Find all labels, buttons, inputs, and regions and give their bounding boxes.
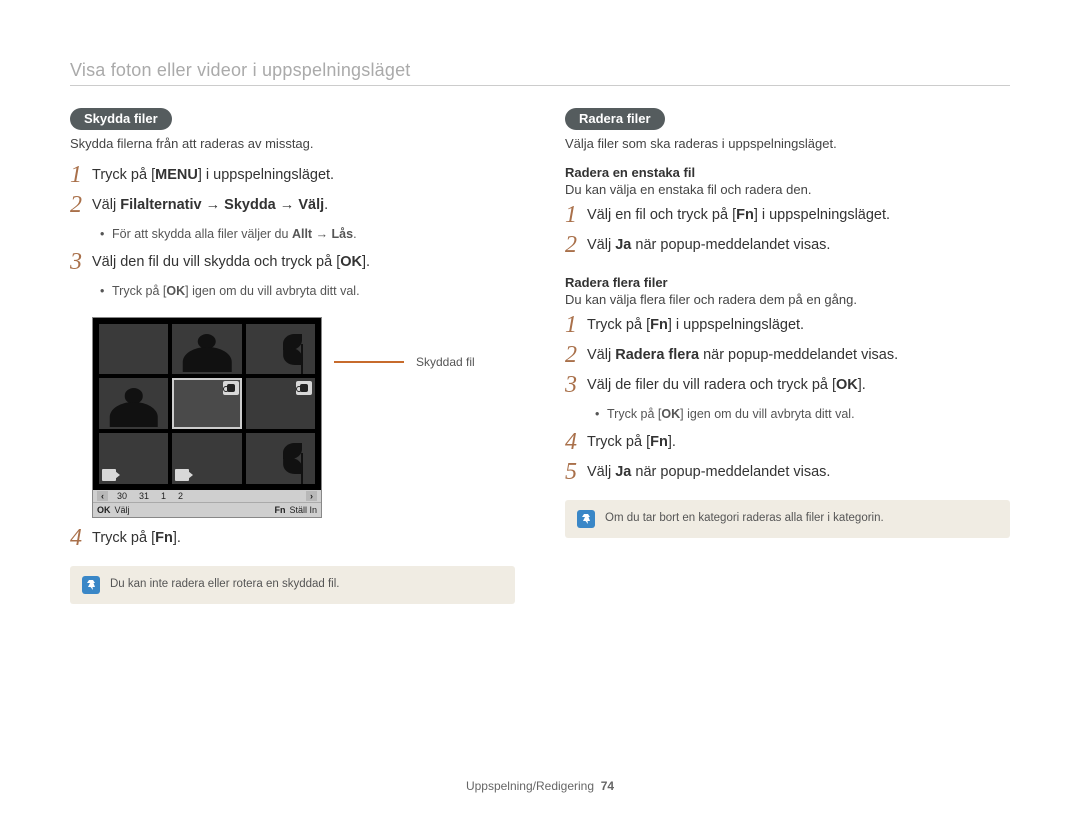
ok-glyph: OK — [340, 254, 362, 270]
delete-intro: Välja filer som ska raderas i uppspelnin… — [565, 136, 1010, 151]
lock-icon — [223, 381, 239, 395]
protect-steps: 1 Tryck på [MENU] i uppspelningsläget. 2… — [70, 165, 515, 217]
date-bar: ‹ 30 31 1 2 › — [93, 490, 321, 502]
thumb — [99, 433, 168, 484]
step-number: 2 — [565, 343, 587, 367]
step-number: 4 — [70, 526, 92, 550]
thumb — [99, 324, 168, 375]
step-text: Välj Radera flera när popup-meddelandet … — [587, 345, 898, 367]
step-number: 2 — [70, 193, 92, 217]
nav-left-icon: ‹ — [97, 491, 108, 501]
step: 2 Välj Radera flera när popup-meddelande… — [565, 345, 1010, 367]
bullet: För att skydda alla filer väljer du Allt… — [100, 225, 515, 244]
note-text: Om du tar bort en kategori raderas alla … — [605, 510, 884, 526]
video-icon — [102, 469, 116, 481]
step-number: 4 — [565, 430, 587, 454]
manual-page: Visa foton eller videor i uppspelningslä… — [0, 0, 1080, 815]
protect-steps-cont: 3 Välj den fil du vill skydda och tryck … — [70, 252, 515, 274]
thumb — [246, 378, 315, 429]
step-number: 3 — [70, 250, 92, 274]
thumb-selected — [172, 378, 241, 429]
callout-label: Skyddad fil — [416, 355, 475, 369]
callout-line — [334, 361, 404, 363]
protect-steps-end: 4 Tryck på [Fn]. — [70, 528, 515, 550]
page-title: Visa foton eller videor i uppspelningslä… — [70, 60, 1010, 81]
ok-glyph: OK — [661, 407, 680, 421]
step-text: Välj de filer du vill radera och tryck p… — [587, 375, 866, 397]
sub-bullets: Tryck på [OK] igen om du vill avbryta di… — [595, 405, 1010, 424]
fn-glyph: Fn — [736, 207, 754, 223]
step-text: Välj en fil och tryck på [Fn] i uppspeln… — [587, 205, 890, 227]
thumb — [246, 324, 315, 375]
step: 2 Välj Ja när popup-meddelandet visas. — [565, 235, 1010, 257]
step-text: Tryck på [Fn]. — [92, 528, 181, 550]
info-icon — [82, 576, 100, 594]
step-number: 1 — [70, 163, 92, 187]
step: 3 Välj den fil du vill skydda och tryck … — [70, 252, 515, 274]
step-text: Tryck på [MENU] i uppspelningsläget. — [92, 165, 334, 187]
bullet: Tryck på [OK] igen om du vill avbryta di… — [595, 405, 1010, 424]
fn-glyph: Fn — [155, 530, 173, 546]
step: 3 Välj de filer du vill radera och tryck… — [565, 375, 1010, 397]
sub-bullets: Tryck på [OK] igen om du vill avbryta di… — [100, 282, 515, 301]
info-note: Om du tar bort en kategori raderas alla … — [565, 500, 1010, 538]
step: 1 Välj en fil och tryck på [Fn] i uppspe… — [565, 205, 1010, 227]
video-icon — [175, 469, 189, 481]
single-desc: Du kan välja en enstaka fil och radera d… — [565, 182, 1010, 197]
step: 4 Tryck på [Fn]. — [565, 432, 1010, 454]
protect-intro: Skydda filerna från att raderas av misst… — [70, 136, 515, 151]
thumb-grid — [93, 318, 321, 490]
info-icon — [577, 510, 595, 528]
step-text: Välj Ja när popup-meddelandet visas. — [587, 462, 830, 484]
subhead-multi: Radera flera filer — [565, 275, 1010, 290]
ok-glyph: OK — [97, 505, 111, 515]
thumb — [99, 378, 168, 429]
thumb — [172, 433, 241, 484]
title-rule — [70, 85, 1010, 86]
step-number: 2 — [565, 233, 587, 257]
camera-screenshot: ‹ 30 31 1 2 › OK Välj Fn Ställ In — [92, 317, 322, 518]
step-text: Tryck på [Fn] i uppspelningsläget. — [587, 315, 804, 337]
screenshot-footer: OK Välj Fn Ställ In — [93, 502, 321, 517]
multi-desc: Du kan välja flera filer och radera dem … — [565, 292, 1010, 307]
step-text: Välj Filalternativ → Skydda → Välj. — [92, 195, 328, 217]
menu-glyph: MENU — [155, 167, 198, 183]
bullet: Tryck på [OK] igen om du vill avbryta di… — [100, 282, 515, 301]
section-pill-delete: Radera filer — [565, 108, 665, 130]
step: 2 Välj Filalternativ → Skydda → Välj. — [70, 195, 515, 217]
lock-icon — [296, 381, 312, 395]
note-text: Du kan inte radera eller rotera en skydd… — [110, 576, 339, 592]
ok-glyph: OK — [166, 284, 185, 298]
step-text: Tryck på [Fn]. — [587, 432, 676, 454]
left-column: Skydda filer Skydda filerna från att rad… — [70, 108, 515, 604]
step-number: 1 — [565, 313, 587, 337]
step: 5 Välj Ja när popup-meddelandet visas. — [565, 462, 1010, 484]
step-text: Välj den fil du vill skydda och tryck på… — [92, 252, 370, 274]
right-column: Radera filer Välja filer som ska raderas… — [565, 108, 1010, 604]
fn-glyph: Fn — [274, 505, 285, 515]
delete-multi-steps: 1 Tryck på [Fn] i uppspelningsläget. 2 V… — [565, 315, 1010, 397]
subhead-single: Radera en enstaka fil — [565, 165, 1010, 180]
thumb — [246, 433, 315, 484]
two-columns: Skydda filer Skydda filerna från att rad… — [70, 108, 1010, 604]
nav-right-icon: › — [306, 491, 317, 501]
fn-glyph: Fn — [650, 317, 668, 333]
sub-bullets: För att skydda alla filer väljer du Allt… — [100, 225, 515, 244]
section-pill-protect: Skydda filer — [70, 108, 172, 130]
step: 1 Tryck på [Fn] i uppspelningsläget. — [565, 315, 1010, 337]
delete-multi-steps-cont: 4 Tryck på [Fn]. 5 Välj Ja när popup-med… — [565, 432, 1010, 484]
page-footer: Uppspelning/Redigering 74 — [0, 779, 1080, 793]
step: 4 Tryck på [Fn]. — [70, 528, 515, 550]
step-number: 1 — [565, 203, 587, 227]
info-note: Du kan inte radera eller rotera en skydd… — [70, 566, 515, 604]
protect-figure: ‹ 30 31 1 2 › OK Välj Fn Ställ In — [92, 317, 515, 518]
step-number: 5 — [565, 460, 587, 484]
delete-single-steps: 1 Välj en fil och tryck på [Fn] i uppspe… — [565, 205, 1010, 257]
step-text: Välj Ja när popup-meddelandet visas. — [587, 235, 830, 257]
step-number: 3 — [565, 373, 587, 397]
thumb — [172, 324, 241, 375]
ok-glyph: OK — [836, 377, 858, 393]
fn-glyph: Fn — [650, 434, 668, 450]
step: 1 Tryck på [MENU] i uppspelningsläget. — [70, 165, 515, 187]
